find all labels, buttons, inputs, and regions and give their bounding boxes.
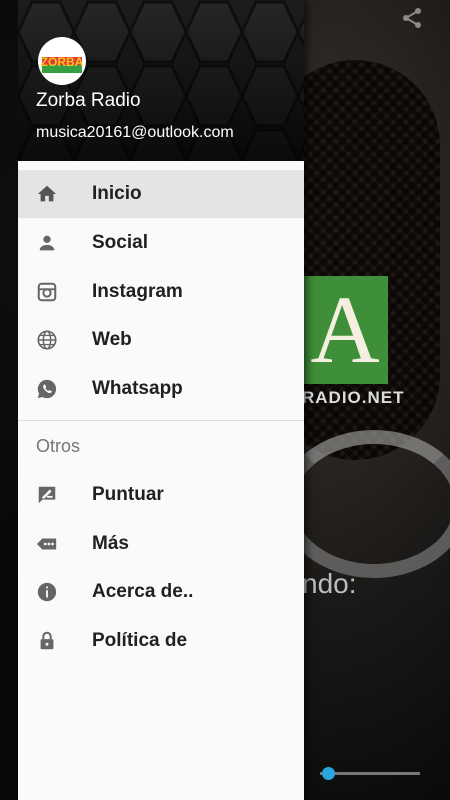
section-title-otros: Otros — [36, 436, 81, 456]
menu-divider — [18, 420, 304, 421]
volume-slider-thumb[interactable] — [322, 767, 335, 780]
account-email: musica20161@outlook.com — [36, 124, 234, 141]
menu-item-label: Acerca de.. — [92, 581, 194, 602]
menu-item-label: Instagram — [92, 281, 183, 302]
now-playing-label: ndo: — [302, 568, 357, 599]
avatar-text: ZORBA — [41, 55, 84, 69]
menu-item-label: Puntuar — [92, 484, 164, 505]
instagram-icon — [37, 282, 57, 302]
app-name: Zorba Radio — [36, 90, 141, 111]
drawer-header: ZORBA Zorba Radio musica20161@outlook.co… — [18, 0, 304, 161]
info-icon — [37, 582, 57, 602]
station-logo-domain: RADIO.NET — [302, 388, 405, 407]
menu-item-instagram[interactable]: Instagram — [18, 268, 304, 316]
menu-item-web[interactable]: Web — [18, 316, 304, 364]
menu-item-social[interactable]: Social — [18, 219, 304, 267]
navigation-drawer: ZORBA Zorba Radio musica20161@outlook.co… — [18, 0, 304, 800]
menu-item-politica[interactable]: Política de — [18, 617, 304, 665]
globe-icon — [37, 330, 57, 350]
whatsapp-icon — [37, 379, 57, 399]
menu-item-acerca-de[interactable]: Acerca de.. — [18, 568, 304, 616]
lock-icon — [40, 631, 54, 650]
more-icon — [36, 538, 57, 550]
menu-item-puntuar[interactable]: Puntuar — [18, 471, 304, 519]
menu-item-whatsapp[interactable]: Whatsapp — [18, 365, 304, 413]
avatar[interactable]: ZORBA — [38, 37, 86, 85]
person-icon — [39, 235, 55, 251]
menu-item-label: Inicio — [92, 183, 142, 204]
menu-item-label: Política de — [92, 630, 188, 651]
menu-item-mas[interactable]: Más — [18, 520, 304, 568]
volume-slider[interactable] — [320, 772, 420, 775]
rate-review-icon — [38, 486, 56, 504]
home-icon — [37, 185, 57, 202]
menu-item-label: Social — [92, 232, 148, 253]
menu-item-label: Web — [92, 329, 132, 350]
menu-item-label: Más — [92, 533, 129, 554]
share-icon[interactable] — [400, 6, 424, 30]
menu-item-inicio[interactable]: Inicio — [18, 170, 304, 218]
menu-item-label: Whatsapp — [92, 378, 183, 399]
station-logo: A — [302, 276, 388, 384]
